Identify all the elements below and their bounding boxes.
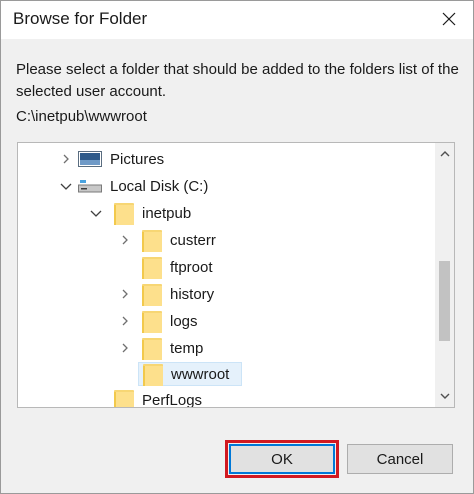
tree-item-label: inetpub xyxy=(142,204,192,222)
tree-item-ftproot[interactable]: ftproot xyxy=(142,255,402,279)
tree-item-custerr[interactable]: custerr xyxy=(122,228,402,252)
folder-icon xyxy=(142,255,162,279)
window-title: Browse for Folder xyxy=(13,9,148,28)
dialog-footer: OK Cancel xyxy=(1,425,473,493)
chevron-right-icon[interactable] xyxy=(59,152,73,166)
chevron-right-icon[interactable] xyxy=(118,233,132,247)
drive-icon xyxy=(78,180,102,193)
tree-item-temp[interactable]: temp xyxy=(122,336,402,360)
chevron-right-icon[interactable] xyxy=(118,341,132,355)
close-button[interactable] xyxy=(431,3,467,35)
tree-item-label: ftproot xyxy=(170,258,213,276)
close-icon xyxy=(442,12,456,26)
chevron-down-icon[interactable] xyxy=(89,206,103,220)
chevron-right-icon[interactable] xyxy=(118,314,132,328)
tree-item-label: history xyxy=(170,285,215,303)
current-path: C:\inetpub\wwwroot xyxy=(16,108,147,125)
dialog-body: Please select a folder that should be ad… xyxy=(1,39,473,425)
folder-icon xyxy=(143,362,163,386)
chevron-down-icon xyxy=(440,393,450,399)
scroll-down-button[interactable] xyxy=(436,387,454,405)
chevron-right-icon[interactable] xyxy=(118,287,132,301)
folder-icon xyxy=(142,282,162,306)
folder-icon xyxy=(142,228,162,252)
pictures-icon xyxy=(78,151,102,167)
cancel-button[interactable]: Cancel xyxy=(347,444,453,474)
chevron-up-icon xyxy=(440,151,450,157)
tree-item-label: temp xyxy=(170,339,204,357)
ok-button[interactable]: OK xyxy=(225,440,339,478)
folder-icon xyxy=(114,388,134,407)
chevron-down-icon[interactable] xyxy=(59,179,73,193)
tree-item-label: logs xyxy=(170,312,198,330)
folder-icon xyxy=(114,201,134,225)
tree-item-label: Pictures xyxy=(110,150,165,168)
folder-icon xyxy=(142,336,162,360)
folder-tree[interactable]: Pictures Local Disk (C:) inetpub custerr… xyxy=(17,142,455,408)
tree-item-logs[interactable]: logs xyxy=(122,309,402,333)
tree-item-perflogs[interactable]: PerfLogs xyxy=(114,388,414,408)
instruction-text: Please select a folder that should be ad… xyxy=(16,61,459,100)
scroll-up-button[interactable] xyxy=(436,145,454,163)
tree-item-pictures[interactable]: Pictures xyxy=(63,147,418,171)
tree-item-history[interactable]: history xyxy=(122,282,402,306)
tree-item-label: custerr xyxy=(170,231,216,249)
browse-for-folder-dialog: Browse for Folder Please select a folder… xyxy=(0,0,474,494)
tree-item-inetpub[interactable]: inetpub xyxy=(90,201,414,225)
vertical-scrollbar[interactable] xyxy=(435,143,454,407)
scroll-thumb[interactable] xyxy=(439,261,450,341)
title-bar[interactable]: Browse for Folder xyxy=(1,1,473,39)
tree-item-local-disk[interactable]: Local Disk (C:) xyxy=(60,174,418,198)
tree-item-label: wwwroot xyxy=(171,365,230,383)
folder-icon xyxy=(142,309,162,333)
tree-item-label: PerfLogs xyxy=(142,391,203,408)
tree-item-wwwroot[interactable]: wwwroot xyxy=(138,362,242,386)
tree-item-label: Local Disk (C:) xyxy=(110,177,209,195)
